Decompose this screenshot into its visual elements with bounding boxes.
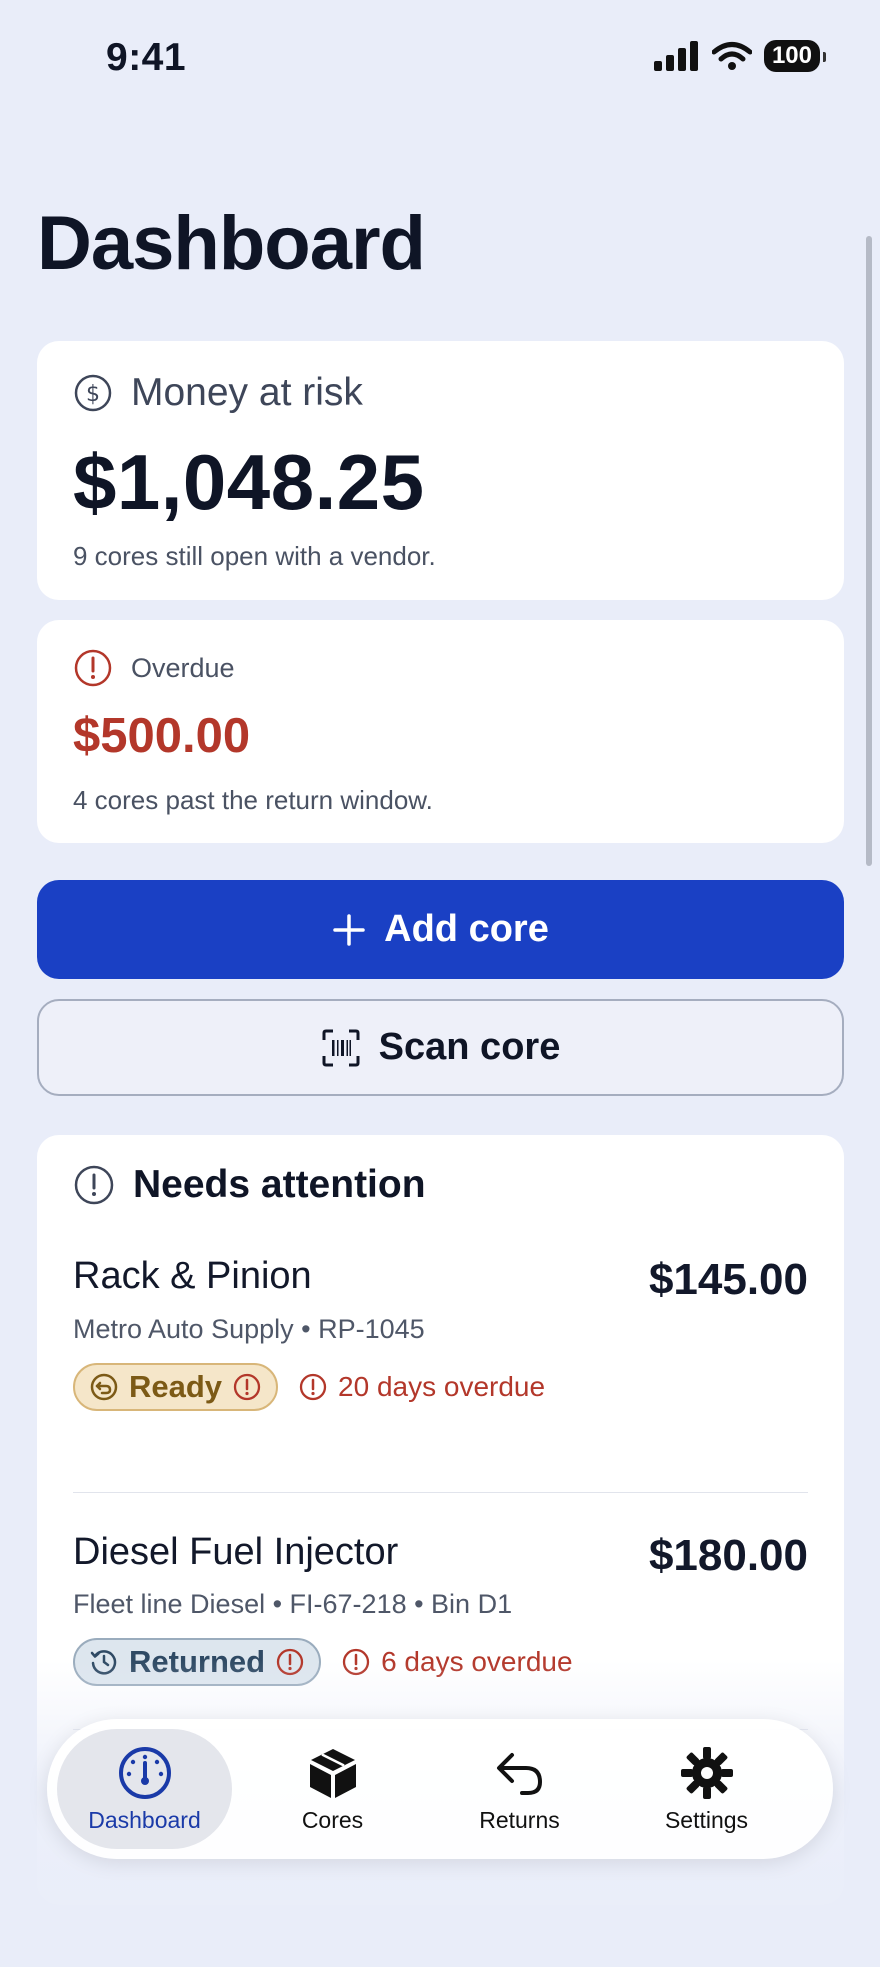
money-at-risk-amount: $1,048.25	[73, 438, 425, 526]
item-meta: Fleet line Diesel • FI-67-218 • Bin D1	[73, 1589, 513, 1619]
item-meta: Metro Auto Supply • RP-1045	[73, 1314, 425, 1344]
item-tags: Ready 20 days overdue	[73, 1363, 545, 1411]
scroll-indicator[interactable]	[866, 236, 872, 866]
tab-cores[interactable]: Cores	[245, 1729, 420, 1849]
tab-label: Settings	[664, 1806, 749, 1833]
item-name: Rack & Pinion	[73, 1255, 312, 1297]
overdue-amount: $500.00	[73, 709, 251, 763]
alert-circle-icon	[299, 1373, 327, 1401]
item-name: Diesel Fuel Injector	[73, 1531, 399, 1573]
add-core-label: Add core	[384, 908, 549, 950]
status-label: Ready	[129, 1369, 223, 1404]
gear-icon	[680, 1746, 733, 1799]
tab-returns[interactable]: Returns	[432, 1729, 607, 1849]
alert-circle-icon	[74, 649, 112, 687]
overdue-label: Overdue	[131, 652, 235, 683]
tab-label: Dashboard	[88, 1806, 201, 1833]
barcode-scan-icon	[322, 1029, 360, 1066]
return-arrow-icon	[496, 1752, 542, 1795]
add-core-button[interactable]: Add core	[37, 880, 844, 979]
overdue-days: 20 days overdue	[338, 1371, 546, 1402]
scan-core-button[interactable]: Scan core	[37, 999, 844, 1096]
cellular-signal-icon	[653, 41, 698, 71]
tab-label: Cores	[301, 1806, 364, 1833]
item-price: $145.00	[648, 1255, 808, 1304]
item-price: $180.00	[648, 1531, 808, 1580]
alert-circle-icon	[74, 1165, 114, 1205]
page-title: Dashboard	[37, 201, 426, 286]
status-bar: 9:41 100	[0, 0, 880, 118]
alert-circle-icon	[233, 1373, 261, 1401]
wifi-icon	[711, 42, 752, 70]
money-at-risk-card[interactable]: $ Money at risk $1,048.25 9 cores still …	[37, 341, 844, 600]
needs-attention-header: Needs attention	[73, 1163, 426, 1207]
battery-indicator: 100	[763, 40, 827, 72]
status-time: 9:41	[106, 36, 187, 79]
circular-arrow-icon	[90, 1373, 118, 1401]
money-at-risk-label: Money at risk	[131, 371, 363, 414]
scan-core-label: Scan core	[378, 1026, 561, 1068]
overdue-indicator: 20 days overdue	[298, 1371, 545, 1403]
list-item[interactable]: Rack & Pinion $145.00 Metro Auto Supply …	[73, 1255, 808, 1492]
box-icon	[309, 1748, 356, 1798]
status-icons: 100	[653, 40, 827, 72]
gauge-icon	[118, 1746, 171, 1799]
money-at-risk-note: 9 cores still open with a vendor.	[73, 541, 436, 571]
status-badge-ready: Ready	[73, 1363, 279, 1411]
money-at-risk-header: $ Money at risk	[73, 371, 363, 415]
tab-settings[interactable]: Settings	[619, 1729, 794, 1849]
plus-icon	[333, 913, 365, 946]
overdue-note: 4 cores past the return window.	[73, 785, 433, 815]
overdue-header: Overdue	[73, 648, 235, 688]
tab-dashboard[interactable]: Dashboard	[57, 1729, 232, 1849]
dollar-circle-icon: $	[74, 374, 112, 412]
tab-bar: Dashboard Cores Returns Settings	[47, 1719, 833, 1859]
svg-text:$: $	[86, 382, 100, 407]
tab-label: Returns	[479, 1806, 560, 1833]
needs-attention-title: Needs attention	[133, 1163, 426, 1206]
overdue-card[interactable]: Overdue $500.00 4 cores past the return …	[37, 620, 844, 843]
